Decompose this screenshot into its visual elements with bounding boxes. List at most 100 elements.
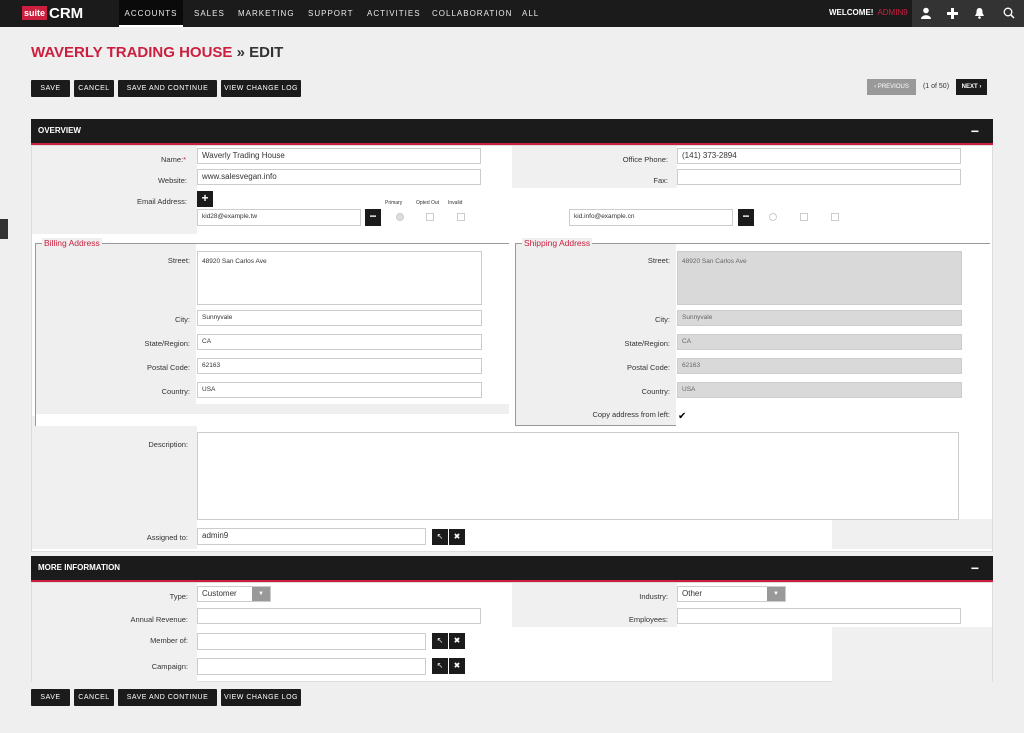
- billing-legend: Billing Address: [42, 238, 102, 248]
- email-input-1[interactable]: kid28@example.tw: [197, 209, 361, 226]
- shipping-legend: Shipping Address: [522, 238, 593, 248]
- shipping-postal-label: Postal Code:: [627, 363, 670, 372]
- page-title: WAVERLY TRADING HOUSE » EDIT: [31, 44, 283, 61]
- select-account-icon[interactable]: ↖: [432, 633, 448, 649]
- select-user-icon[interactable]: ↖: [432, 529, 448, 545]
- logo-crm: CRM: [49, 4, 84, 22]
- type-label: Type:: [169, 592, 188, 601]
- office-phone-label: Office Phone:: [622, 155, 668, 164]
- clear-user-icon[interactable]: ✖: [449, 529, 465, 545]
- shipping-city-label: City:: [655, 315, 670, 324]
- welcome-label: WELCOME!: [829, 8, 874, 17]
- annual-revenue-label: Annual Revenue:: [130, 615, 188, 624]
- pager-position: (1 of 50): [922, 83, 950, 90]
- name-label-text: Name:: [160, 155, 184, 164]
- opted-out-checkbox-1[interactable]: [426, 213, 434, 221]
- shipping-country-label: Country:: [641, 387, 670, 396]
- invalid-checkbox-1[interactable]: [457, 213, 465, 221]
- billing-country-input[interactable]: USA: [197, 382, 482, 398]
- next-button[interactable]: NEXT ›: [956, 79, 987, 95]
- collapse-icon[interactable]: −: [971, 119, 979, 143]
- fax-label: Fax:: [653, 176, 668, 185]
- required-mark: *: [183, 155, 186, 164]
- description-textarea[interactable]: [197, 432, 959, 520]
- billing-postal-input[interactable]: 62163: [197, 358, 482, 374]
- email-label: Email Address:: [136, 197, 187, 206]
- shipping-street-label: Street:: [647, 256, 670, 265]
- invalid-checkbox-2[interactable]: [831, 213, 839, 221]
- cancel-button[interactable]: CANCEL: [74, 689, 114, 706]
- collapse-icon[interactable]: −: [971, 556, 979, 580]
- type-value: Customer: [202, 589, 237, 598]
- annual-revenue-input[interactable]: [197, 608, 481, 624]
- remove-email-button-1[interactable]: −: [365, 209, 381, 226]
- email-input-2[interactable]: kid.info@example.cn: [569, 209, 733, 226]
- shipping-state-input[interactable]: CA: [677, 334, 962, 350]
- view-change-log-button[interactable]: VIEW CHANGE LOG: [221, 80, 301, 97]
- website-input[interactable]: www.salesvegan.info: [197, 169, 481, 185]
- add-email-button[interactable]: +: [197, 191, 213, 207]
- billing-bottom: [36, 414, 509, 426]
- nav-collaboration[interactable]: COLLABORATION: [432, 0, 512, 27]
- more-info-title: MORE INFORMATION: [38, 563, 121, 572]
- overview-panel-header[interactable]: OVERVIEW −: [31, 119, 993, 145]
- billing-city-input[interactable]: Sunnyvale: [197, 310, 482, 326]
- primary-radio-1[interactable]: [396, 213, 404, 221]
- opted-out-checkbox-2[interactable]: [800, 213, 808, 221]
- save-button[interactable]: SAVE: [31, 80, 70, 97]
- remove-email-button-2[interactable]: −: [738, 209, 754, 226]
- shipping-postal-input[interactable]: 62163: [677, 358, 962, 374]
- campaign-input[interactable]: [197, 658, 426, 675]
- user-icon[interactable]: [912, 0, 939, 27]
- assigned-to-input[interactable]: admin9: [197, 528, 426, 545]
- invalid-header: Invalid: [448, 200, 463, 206]
- nav-sales[interactable]: SALES: [194, 0, 225, 27]
- save-and-continue-button[interactable]: SAVE AND CONTINUE: [118, 689, 217, 706]
- billing-country-label: Country:: [161, 387, 190, 396]
- office-phone-input[interactable]: (141) 373-2894: [677, 148, 961, 164]
- nav-marketing[interactable]: MARKETING: [238, 0, 295, 27]
- select-campaign-icon[interactable]: ↖: [432, 658, 448, 674]
- billing-street-label: Street:: [167, 256, 190, 265]
- suitecrm-logo[interactable]: suite CRM: [22, 4, 84, 22]
- sidebar-toggle[interactable]: [0, 219, 8, 239]
- industry-select[interactable]: Other ▼: [677, 586, 786, 602]
- name-input[interactable]: Waverly Trading House: [197, 148, 481, 164]
- clear-account-icon[interactable]: ✖: [449, 633, 465, 649]
- fax-input[interactable]: [677, 169, 961, 185]
- cancel-button[interactable]: CANCEL: [74, 80, 114, 97]
- billing-city-label: City:: [175, 315, 190, 324]
- save-and-continue-button[interactable]: SAVE AND CONTINUE: [118, 80, 217, 97]
- nav-support[interactable]: SUPPORT: [308, 0, 354, 27]
- more-info-panel-header[interactable]: MORE INFORMATION −: [31, 556, 993, 582]
- search-icon[interactable]: [993, 0, 1024, 27]
- billing-street-input[interactable]: 48920 San Carlos Ave: [197, 251, 482, 305]
- user-name[interactable]: ADMIN9: [877, 8, 907, 17]
- billing-spacer: [36, 404, 509, 414]
- filler-block: [832, 627, 992, 682]
- filler-block: [832, 519, 992, 549]
- nav-all[interactable]: ALL: [522, 0, 539, 27]
- chevron-down-icon: ▼: [252, 587, 270, 601]
- nav-activities[interactable]: ACTIVITIES: [367, 0, 421, 27]
- save-button[interactable]: SAVE: [31, 689, 70, 706]
- member-of-input[interactable]: [197, 633, 426, 650]
- shipping-street-input[interactable]: 48920 San Carlos Ave: [677, 251, 962, 305]
- billing-state-input[interactable]: CA: [197, 334, 482, 350]
- plus-icon[interactable]: [939, 0, 966, 27]
- copy-address-checkbox[interactable]: ✔: [678, 412, 688, 422]
- shipping-city-input[interactable]: Sunnyvale: [677, 310, 962, 326]
- shipping-country-input[interactable]: USA: [677, 382, 962, 398]
- nav-accounts[interactable]: ACCOUNTS: [119, 0, 183, 27]
- view-change-log-button[interactable]: VIEW CHANGE LOG: [221, 689, 301, 706]
- employees-input[interactable]: [677, 608, 961, 624]
- top-nav: suite CRM ACCOUNTS SALES MARKETING SUPPO…: [0, 0, 1024, 27]
- campaign-label: Campaign:: [151, 662, 188, 671]
- logo-suite: suite: [22, 6, 48, 20]
- overview-title: OVERVIEW: [38, 126, 81, 135]
- type-select[interactable]: Customer ▼: [197, 586, 271, 602]
- bell-icon[interactable]: [966, 0, 993, 27]
- primary-radio-2[interactable]: [769, 213, 777, 221]
- clear-campaign-icon[interactable]: ✖: [449, 658, 465, 674]
- previous-button[interactable]: ‹ PREVIOUS: [867, 79, 916, 95]
